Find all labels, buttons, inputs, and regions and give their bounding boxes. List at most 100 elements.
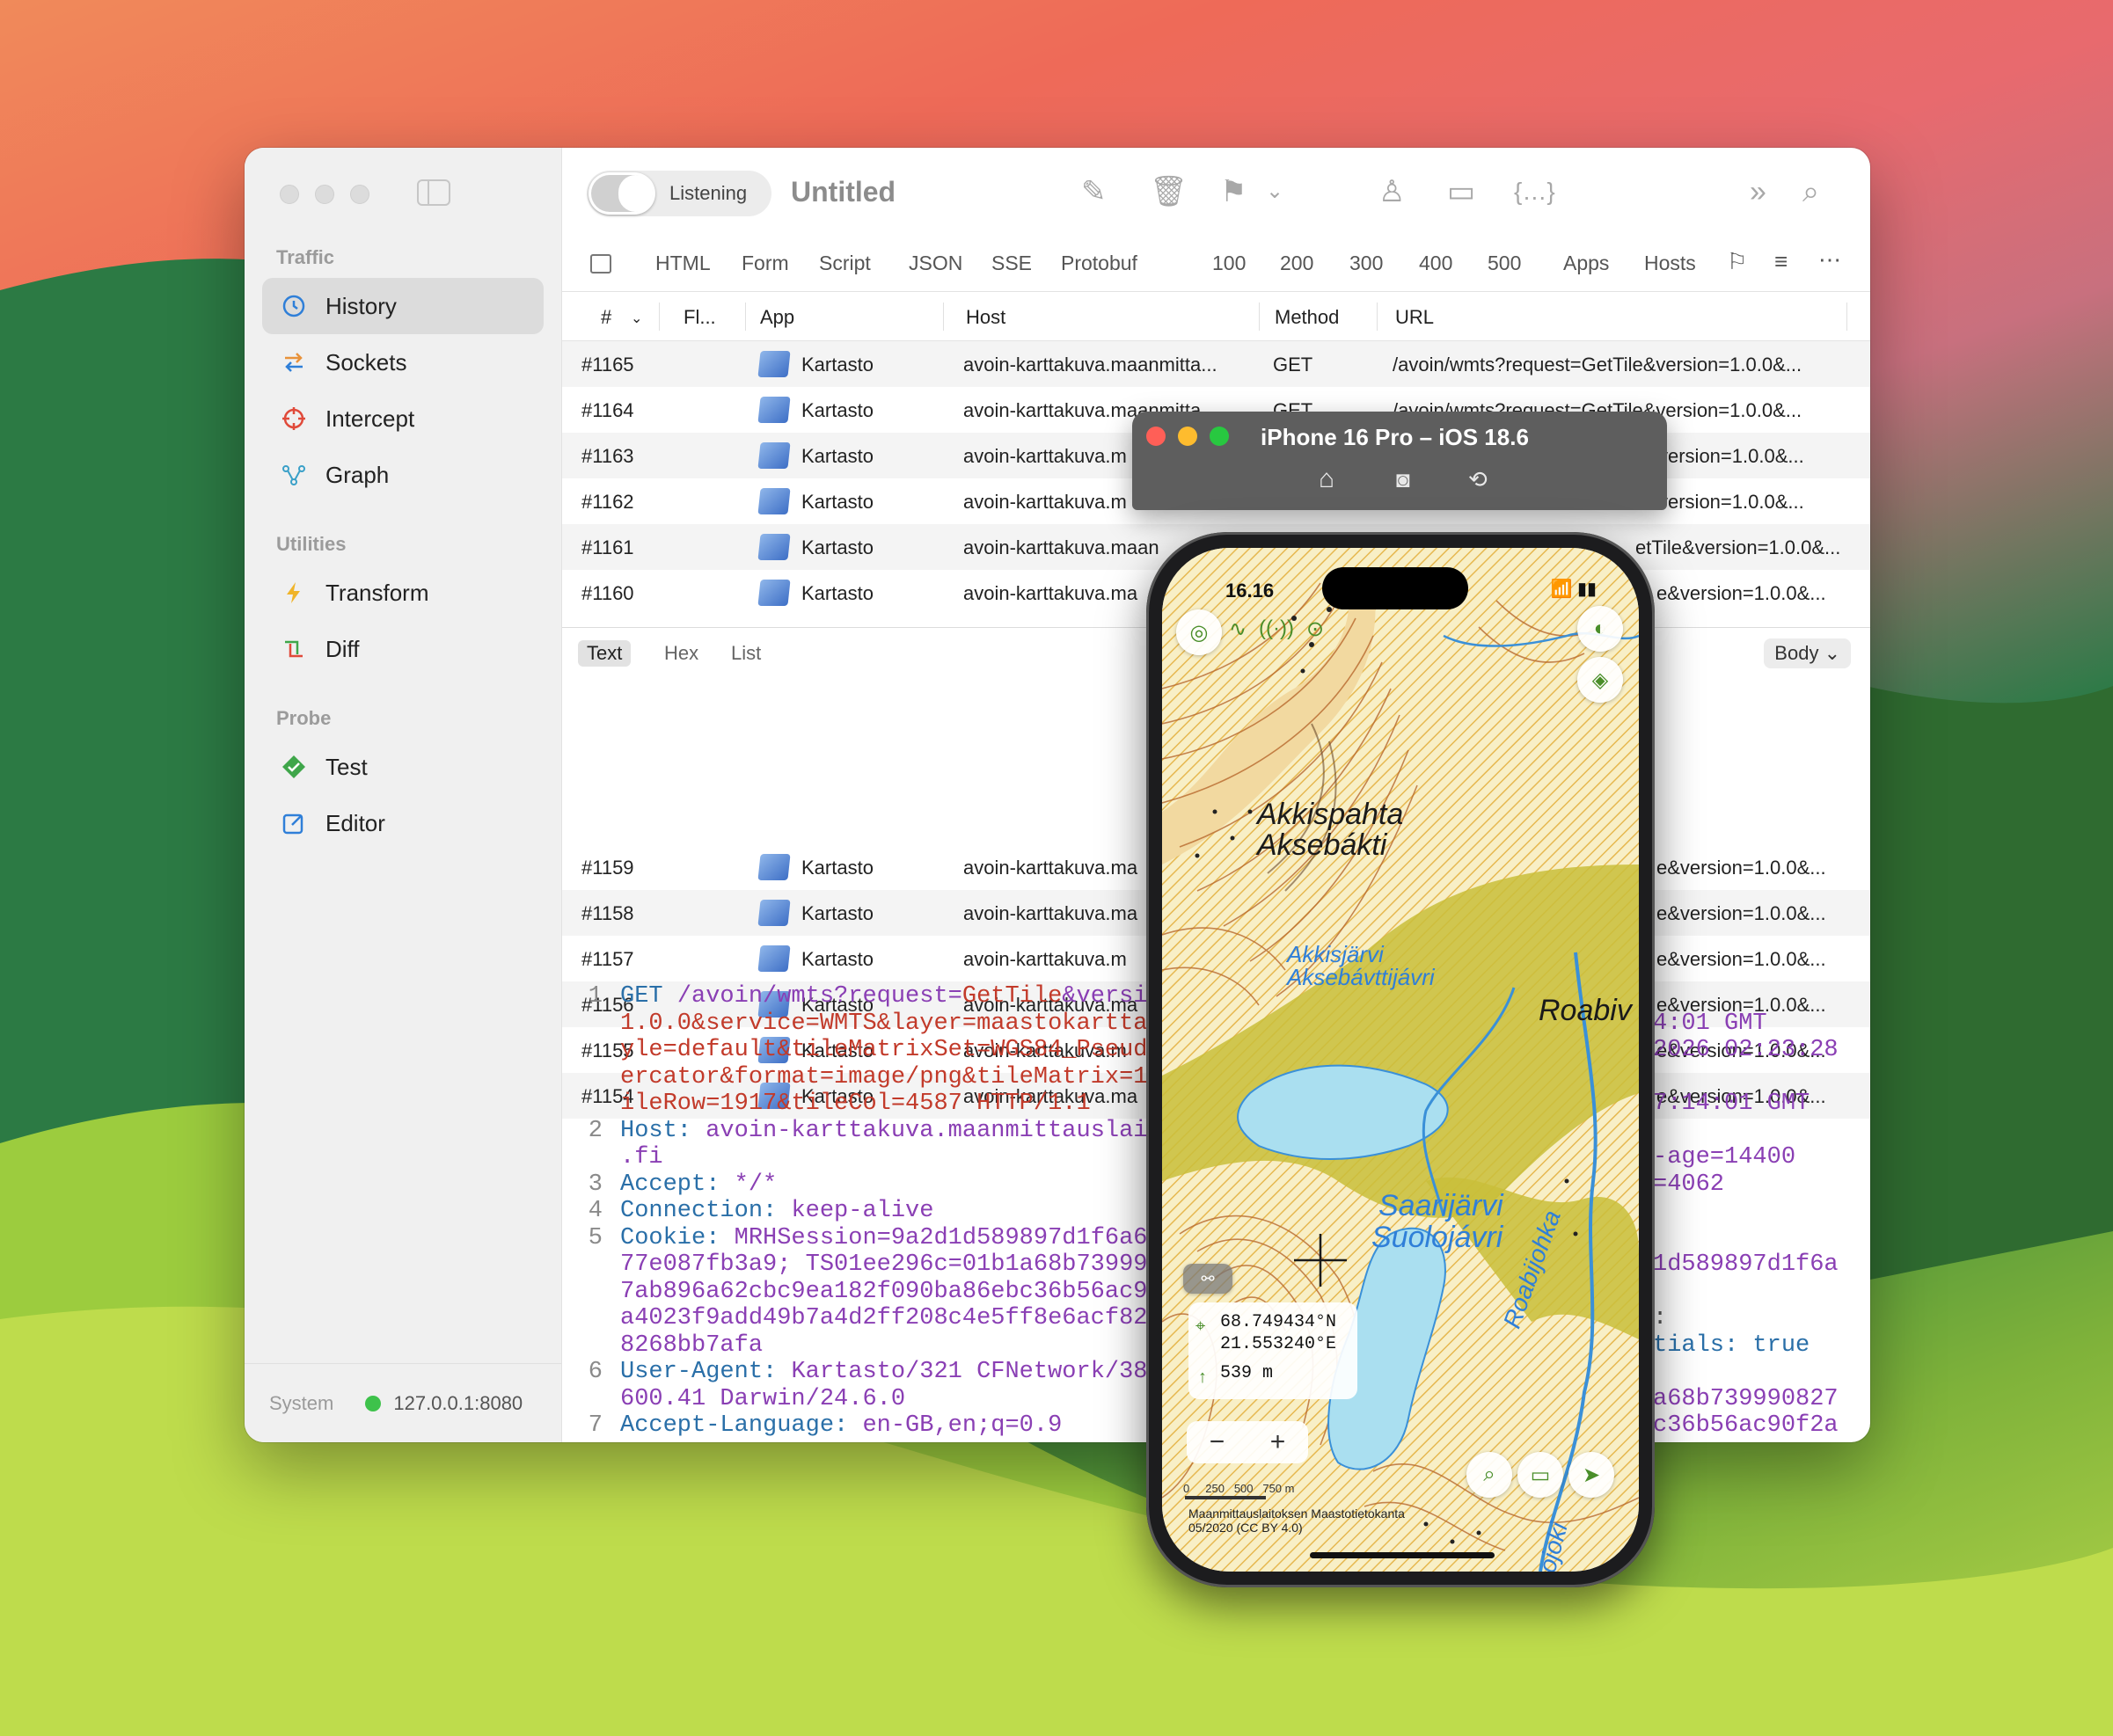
sidebar-item-editor[interactable]: Editor (262, 795, 544, 851)
filter-json[interactable]: JSON (909, 252, 962, 275)
tab-text[interactable]: Text (578, 640, 632, 667)
filter-apps[interactable]: Apps (1563, 252, 1609, 275)
home-indicator[interactable] (1310, 1552, 1495, 1558)
sidebar-item-graph[interactable]: Graph (262, 447, 544, 503)
sidebar-item-test[interactable]: Test (262, 739, 544, 795)
listening-toggle[interactable]: Listening (587, 171, 771, 216)
ruler-icon[interactable]: ▭ (1517, 1452, 1563, 1498)
response-fragment: 1d589897d1f6a (1653, 1251, 1839, 1278)
filter-sse[interactable]: SSE (991, 252, 1032, 275)
archive-icon[interactable]: ▭ (1447, 174, 1475, 209)
coordinate-readout: 68.749434°N 21.553240°E 539 m ⌖ ↑ (1188, 1302, 1357, 1399)
pin-icon[interactable]: ⊙ (1292, 606, 1338, 652)
search-map-icon[interactable]: ⌕ (1466, 1452, 1512, 1498)
person-icon[interactable]: ♙ (1378, 174, 1405, 209)
response-fragment: 4:01 GMT (1653, 1010, 1767, 1037)
col-method[interactable]: Method (1275, 306, 1339, 329)
list-filter-icon[interactable]: ≡ (1774, 248, 1788, 275)
table-header: # ⌄ Fl... App Host Method URL (562, 292, 1870, 341)
sidebar-item-diff[interactable]: Diff (262, 621, 544, 677)
map-label: Akkispahta (1257, 798, 1404, 831)
body-selector[interactable]: Body ⌄ (1764, 638, 1851, 668)
filter-300[interactable]: 300 (1349, 252, 1383, 275)
app-icon (757, 534, 791, 560)
filter-form[interactable]: Form (742, 252, 789, 275)
flag-filter-icon[interactable]: ⚐ (1727, 248, 1747, 275)
filter-html[interactable]: HTML (655, 252, 711, 275)
sidebar-toggle-icon[interactable] (417, 179, 450, 206)
sidebar-item-transform[interactable]: Transform (262, 565, 544, 621)
filter-bar: HTML Form Script JSON SSE Protobuf 100 2… (562, 236, 1870, 292)
status-icons: 📶 ▮▮ (1550, 580, 1597, 599)
response-fragment: a68b739990827 (1653, 1385, 1839, 1412)
app-icon (757, 900, 791, 926)
filter-200[interactable]: 200 (1280, 252, 1313, 275)
filter-100[interactable]: 100 (1212, 252, 1246, 275)
table-row[interactable]: #1165 Kartasto avoin-karttakuva.maanmitta.… (562, 341, 1870, 387)
col-flags[interactable]: Fl... (684, 306, 716, 329)
col-host[interactable]: Host (966, 306, 1005, 329)
status-bar: System 127.0.0.1:8080 (245, 1363, 561, 1442)
tab-list[interactable]: List (722, 640, 770, 667)
sidebar-panel-icon[interactable] (590, 254, 611, 274)
sim-minimize-button[interactable] (1178, 427, 1197, 446)
rotate-icon[interactable]: ⟲ (1468, 466, 1488, 493)
chevron-down-icon[interactable]: ⌄ (1266, 174, 1283, 209)
home-icon[interactable]: ⌂ (1319, 464, 1334, 494)
braces-icon[interactable]: {…} (1514, 174, 1555, 209)
globe-icon[interactable]: ◐ (1577, 606, 1623, 652)
sidebar-item-intercept[interactable]: Intercept (262, 390, 544, 447)
map-label: Saarijärvi (1378, 1189, 1503, 1222)
search-icon[interactable]: ⌕ (1802, 174, 1819, 209)
map-attribution: Maanmittauslaitoksen Maastotietokanta 05… (1188, 1506, 1405, 1535)
minimize-window-button[interactable] (315, 185, 334, 204)
topographic-map[interactable] (1162, 548, 1639, 1572)
sidebar-item-sockets[interactable]: Sockets (262, 334, 544, 390)
zoom-in-button[interactable]: + (1270, 1427, 1286, 1457)
more-icon[interactable]: ⋯ (1818, 246, 1841, 274)
response-fragment: : (1653, 1305, 1668, 1331)
body-selector-label: Body (1774, 642, 1819, 664)
response-fragment: 2026 02:23:28 (1653, 1037, 1839, 1063)
filter-script[interactable]: Script (819, 252, 871, 275)
proxy-address: 127.0.0.1:8080 (393, 1391, 523, 1414)
flag-icon[interactable]: ⚑ (1220, 174, 1247, 209)
sim-zoom-button[interactable] (1210, 427, 1229, 446)
attribution-line: 05/2020 (CC BY 4.0) (1188, 1521, 1303, 1535)
close-window-button[interactable] (280, 185, 299, 204)
elevation-arrow-icon: ↑ (1197, 1368, 1209, 1389)
screenshot-icon[interactable]: ◙ (1396, 466, 1410, 493)
section-traffic: Traffic (276, 246, 335, 268)
app-icon (757, 397, 791, 423)
simulator-window-controls (1146, 427, 1229, 446)
zoom-out-button[interactable]: − (1210, 1427, 1225, 1457)
col-app[interactable]: App (760, 306, 794, 329)
sidebar-item-label: Transform (325, 579, 429, 606)
location-arrow-icon[interactable]: ➤ (1568, 1452, 1614, 1498)
compose-icon[interactable]: ✎ (1081, 174, 1107, 209)
dynamic-island (1322, 567, 1468, 609)
filter-hosts[interactable]: Hosts (1644, 252, 1696, 275)
sidebar-item-history[interactable]: History (262, 278, 544, 334)
filter-400[interactable]: 400 (1419, 252, 1452, 275)
sim-close-button[interactable] (1146, 427, 1166, 446)
layers-icon[interactable]: ◈ (1577, 657, 1623, 703)
col-url[interactable]: URL (1395, 306, 1434, 329)
map-screen[interactable]: 16.16 📶 ▮▮ ◎ ∿ ((·)) ⊙ ◐ ◈ Akkispahta Ak… (1162, 548, 1639, 1572)
section-probe: Probe (276, 707, 332, 729)
filter-500[interactable]: 500 (1488, 252, 1521, 275)
col-number[interactable]: # (601, 306, 611, 329)
zoom-window-button[interactable] (350, 185, 369, 204)
simulator-titlebar[interactable]: iPhone 16 Pro – iOS 18.6 ⌂ ◙ ⟲ (1132, 412, 1667, 510)
double-chevron-icon[interactable]: » (1750, 174, 1766, 209)
trash-icon[interactable]: 🗑 (1150, 174, 1188, 209)
binoculars-icon[interactable]: ⚯ (1183, 1264, 1232, 1294)
sidebar-item-label: Intercept (325, 405, 415, 432)
filter-protobuf[interactable]: Protobuf (1061, 252, 1137, 275)
graph-icon (280, 461, 308, 489)
simulator-title: iPhone 16 Pro – iOS 18.6 (1261, 424, 1529, 450)
tab-hex[interactable]: Hex (655, 640, 707, 667)
sort-chevron-icon[interactable]: ⌄ (631, 310, 642, 327)
session-title[interactable]: Untitled (791, 176, 896, 208)
map-label: Suolojávri (1371, 1221, 1503, 1254)
